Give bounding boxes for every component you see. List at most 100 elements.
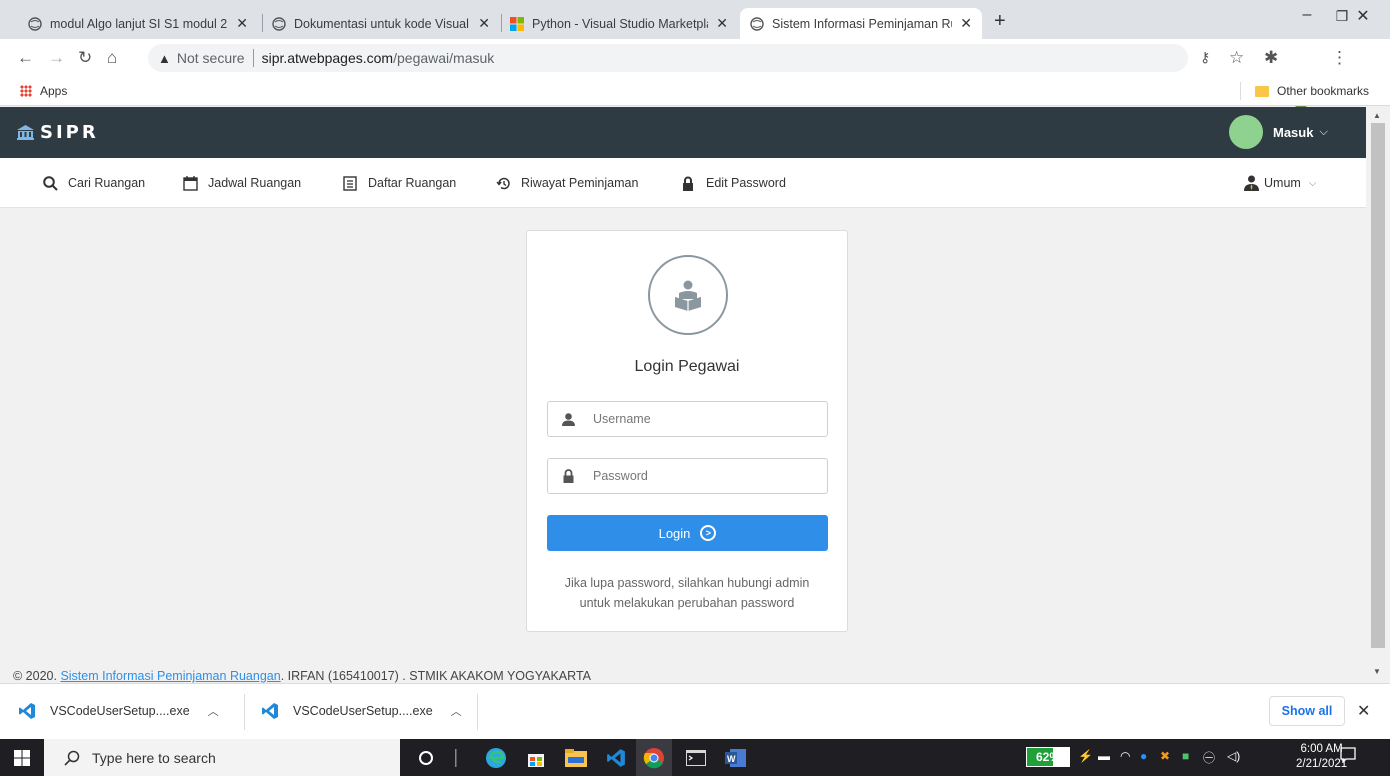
divider [252,49,254,67]
forward-arrow-icon[interactable]: → [48,48,65,68]
close-downloads-icon[interactable]: ✕ [1357,701,1370,721]
power-plug-icon[interactable]: ⚡ [1078,749,1093,763]
edge-icon[interactable] [483,745,509,771]
tab-title: Dokumentasi untuk kode Visual S [294,16,471,31]
close-tab-icon[interactable]: ✕ [478,15,490,32]
scroll-up-icon[interactable]: ▲ [1373,111,1381,120]
nav-daftar-ruangan[interactable]: Daftar Ruangan [342,175,456,191]
show-all-button[interactable]: Show all [1269,696,1345,726]
windows-logo-icon [14,749,30,766]
password-input[interactable] [593,469,813,483]
close-tab-icon[interactable]: ✕ [960,15,972,32]
back-arrow-icon[interactable]: ← [17,48,34,68]
globe-icon [750,16,764,31]
footer-link[interactable]: Sistem Informasi Peminjaman Ruangan [60,669,280,683]
terminal-icon[interactable] [683,745,709,771]
username-input[interactable] [593,412,813,426]
download-filename: VSCodeUserSetup....exe [50,704,190,718]
scrollbar-thumb[interactable] [1371,123,1385,648]
home-icon[interactable]: ⌂ [107,48,117,68]
chevron-up-icon[interactable]: ︿ [208,703,219,719]
search-icon [42,175,58,191]
extensions-icon[interactable]: ✱ [1264,48,1278,68]
other-bookmarks[interactable]: Other bookmarks [1255,84,1369,98]
address-bar[interactable]: ▲ Not secure sipr.atwebpages.com/pegawai… [148,44,1188,72]
tab-dokumentasi[interactable]: Dokumentasi untuk kode Visual S ✕ [262,8,500,39]
battery-percent: 62% [1035,750,1061,764]
window-close-icon[interactable]: ✕ [1340,6,1386,26]
notifications-icon[interactable] [1340,747,1356,766]
battery-indicator[interactable]: 62% [1026,747,1070,767]
keyboard-language-icon[interactable]: ㊀ [1203,749,1215,766]
chevron-up-icon[interactable]: ︿ [451,703,462,719]
close-tab-icon[interactable]: ✕ [716,15,728,32]
bluetooth-icon[interactable]: ● [1140,749,1147,763]
main-nav: Cari Ruangan Jadwal Ruangan Daftar Ruang… [0,158,1366,208]
brand-name: SIPR [40,122,99,143]
download-item[interactable]: VSCodeUserSetup....exe ︿ [18,702,219,720]
page-footer: © 2020. Sistem Informasi Peminjaman Ruan… [13,669,591,683]
role-menu[interactable]: Umum ⌵ [1244,175,1316,191]
taskbar-search[interactable]: Type here to search [44,739,400,776]
user-tie-icon [1244,175,1260,191]
brand-logo[interactable]: SIPR [17,122,99,143]
username-field[interactable] [547,401,828,437]
cortana-icon[interactable] [413,745,439,771]
file-explorer-icon[interactable] [563,745,589,771]
user-menu-label: Masuk [1273,124,1314,140]
apps-label: Apps [40,84,68,98]
star-icon[interactable]: ☆ [1229,48,1244,68]
key-icon[interactable]: ⚷ [1200,49,1210,66]
password-field[interactable] [547,458,828,494]
tray-app-icon[interactable]: ■ [1182,749,1189,763]
vscode-icon [19,703,35,719]
warning-icon[interactable]: ▲ [158,51,171,66]
tab-modul-algo[interactable]: modul Algo lanjut SI S1 modul 2 ✕ [18,8,258,39]
nav-label: Cari Ruangan [68,176,146,190]
nav-jadwal-ruangan[interactable]: Jadwal Ruangan [182,175,301,191]
chrome-icon[interactable] [636,739,672,776]
download-filename: VSCodeUserSetup....exe [293,704,433,718]
divider [477,694,478,730]
menu-dots-icon[interactable]: ⋮ [1331,48,1348,68]
taskbar-search-placeholder: Type here to search [92,749,216,766]
tab-python-marketplace[interactable]: Python - Visual Studio Marketpla ✕ [500,8,738,39]
nav-edit-password[interactable]: Edit Password [680,175,786,191]
page-scrollbar[interactable]: ▲ ▼ [1366,107,1390,683]
url-host: sipr.atwebpages.com [261,50,394,66]
login-title: Login Pegawai [634,358,740,375]
nav-riwayat-peminjaman[interactable]: Riwayat Peminjaman [495,175,638,191]
wifi-icon[interactable]: ◠ [1120,749,1130,763]
building-icon [17,125,34,140]
volume-icon[interactable]: ◁) [1227,749,1240,763]
scroll-down-icon[interactable]: ▼ [1373,667,1381,676]
reader-icon [675,280,701,311]
bookmarks-bar: Apps Other bookmarks [0,77,1390,106]
footer-suffix: . IRFAN (165410017) . STMIK AKAKOM YOGYA… [280,669,591,683]
windows-start-button[interactable] [0,739,44,776]
store-icon[interactable] [523,745,549,771]
new-tab-button[interactable]: + [994,10,1006,33]
word-icon[interactable]: W [723,745,749,771]
vscode-icon[interactable] [603,745,629,771]
nav-label: Daftar Ruangan [368,176,457,190]
download-item[interactable]: VSCodeUserSetup....exe ︿ [261,702,462,720]
reload-icon[interactable]: ↻ [78,48,92,68]
task-view-icon[interactable] [443,745,469,771]
divider [244,694,245,730]
tab-sipr-active[interactable]: Sistem Informasi Peminjaman Ru ✕ [740,8,982,39]
note-line: untuk melakukan perubahan password [579,596,795,610]
user-menu[interactable]: Masuk ⌵ [1229,115,1328,149]
apps-bookmark[interactable]: Apps [20,84,67,98]
tray-app-icon[interactable]: ✖ [1160,749,1170,763]
globe-icon [272,16,286,31]
history-icon [495,175,511,191]
close-tab-icon[interactable]: ✕ [236,15,248,32]
lock-icon [680,175,696,191]
tray-app-icon[interactable]: ▬ [1098,749,1110,763]
vscode-icon [262,703,278,719]
lock-icon [561,469,575,483]
windows-taskbar: Type here to search W 62% ⚡ ▬ ◠ ● ✖ ■ ㊀ … [0,739,1390,776]
login-button[interactable]: Login > [547,515,828,551]
nav-cari-ruangan[interactable]: Cari Ruangan [42,175,145,191]
